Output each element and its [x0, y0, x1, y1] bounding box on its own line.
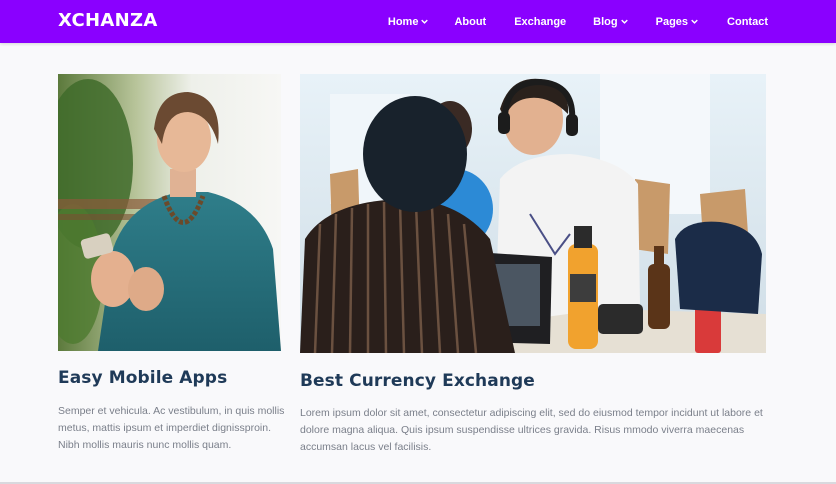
card-title-currency-exchange: Best Currency Exchange: [300, 371, 535, 391]
nav-label-pages: Pages: [655, 15, 689, 28]
nav-item-about[interactable]: About: [454, 16, 486, 28]
nav-label-home: Home: [387, 15, 419, 28]
chevron-down-icon: [421, 18, 429, 25]
nav-item-contact[interactable]: Contact: [727, 16, 768, 28]
card-text-currency-exchange: Lorem ipsum dolor sit amet, consectetur …: [300, 407, 763, 453]
mobile-apps-image: [58, 74, 281, 351]
chevron-down-icon: [691, 18, 698, 25]
nav-item-pages[interactable]: Pages: [656, 16, 698, 28]
card-title-mobile-apps: Easy Mobile Apps: [58, 368, 228, 388]
nav-label-exchange: Exchange: [514, 15, 567, 28]
chevron-down-icon: [620, 18, 628, 25]
main-nav: Home About Exchange Blog Pages Contact: [388, 0, 768, 43]
nav-label-blog: Blog: [593, 15, 618, 28]
currency-exchange-image: [300, 74, 766, 353]
top-navbar: XCHANZA Home About Exchange Blog Pages C…: [0, 0, 836, 43]
card-text-mobile-apps: Semper et vehicula. Ac vestibulum, in qu…: [58, 405, 285, 451]
nav-label-contact: Contact: [727, 15, 768, 28]
nav-item-home[interactable]: Home: [388, 16, 429, 28]
nav-label-about: About: [454, 15, 487, 28]
brand-logo[interactable]: XCHANZA: [58, 10, 158, 31]
nav-item-blog[interactable]: Blog: [593, 15, 628, 28]
nav-item-exchange[interactable]: Exchange: [514, 16, 566, 28]
